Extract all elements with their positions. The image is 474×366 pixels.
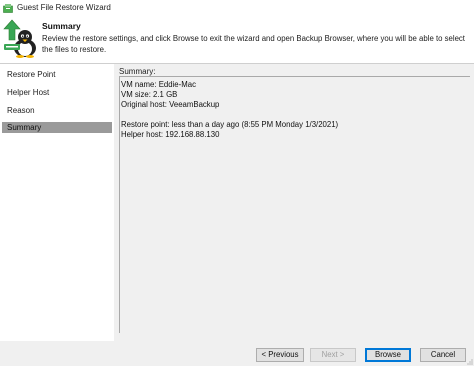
title-bar: Guest File Restore Wizard <box>0 0 474 16</box>
linux-penguin-restore-icon <box>3 19 36 58</box>
wizard-steps-panel: Restore Point Helper Host Reason Summary <box>0 64 114 341</box>
nav-item-helper-host[interactable]: Helper Host <box>2 87 112 98</box>
wizard-footer: < Previous Next > Browse Cancel <box>0 341 474 366</box>
nav-item-summary[interactable]: Summary <box>2 122 112 133</box>
previous-button[interactable]: < Previous <box>256 348 304 362</box>
summary-label: Summary: <box>119 67 156 76</box>
summary-textbox[interactable]: VM name: Eddie-Mac VM size: 2.1 GB Origi… <box>119 76 470 333</box>
summary-line: VM size: 2.1 GB <box>121 90 178 99</box>
summary-line: Restore point: less than a day ago (8:55… <box>121 120 339 129</box>
restore-app-icon <box>3 4 13 13</box>
next-button[interactable]: Next > <box>310 348 356 362</box>
nav-item-restore-point[interactable]: Restore Point <box>2 69 112 80</box>
resize-grip-icon[interactable] <box>467 359 473 365</box>
window-title: Guest File Restore Wizard <box>17 3 111 12</box>
summary-line: VM name: Eddie-Mac <box>121 80 196 89</box>
nav-item-reason[interactable]: Reason <box>2 105 112 116</box>
step-description: Review the restore settings, and click B… <box>42 34 465 54</box>
wizard-header: Summary Review the restore settings, and… <box>0 16 474 64</box>
cancel-button[interactable]: Cancel <box>420 348 466 362</box>
summary-line: Helper host: 192.168.88.130 <box>121 130 220 139</box>
step-title: Summary <box>42 21 81 31</box>
browse-button[interactable]: Browse <box>365 348 411 362</box>
summary-line: Original host: VeeamBackup <box>121 100 220 109</box>
summary-panel: Summary: VM name: Eddie-Mac VM size: 2.1… <box>114 64 474 341</box>
